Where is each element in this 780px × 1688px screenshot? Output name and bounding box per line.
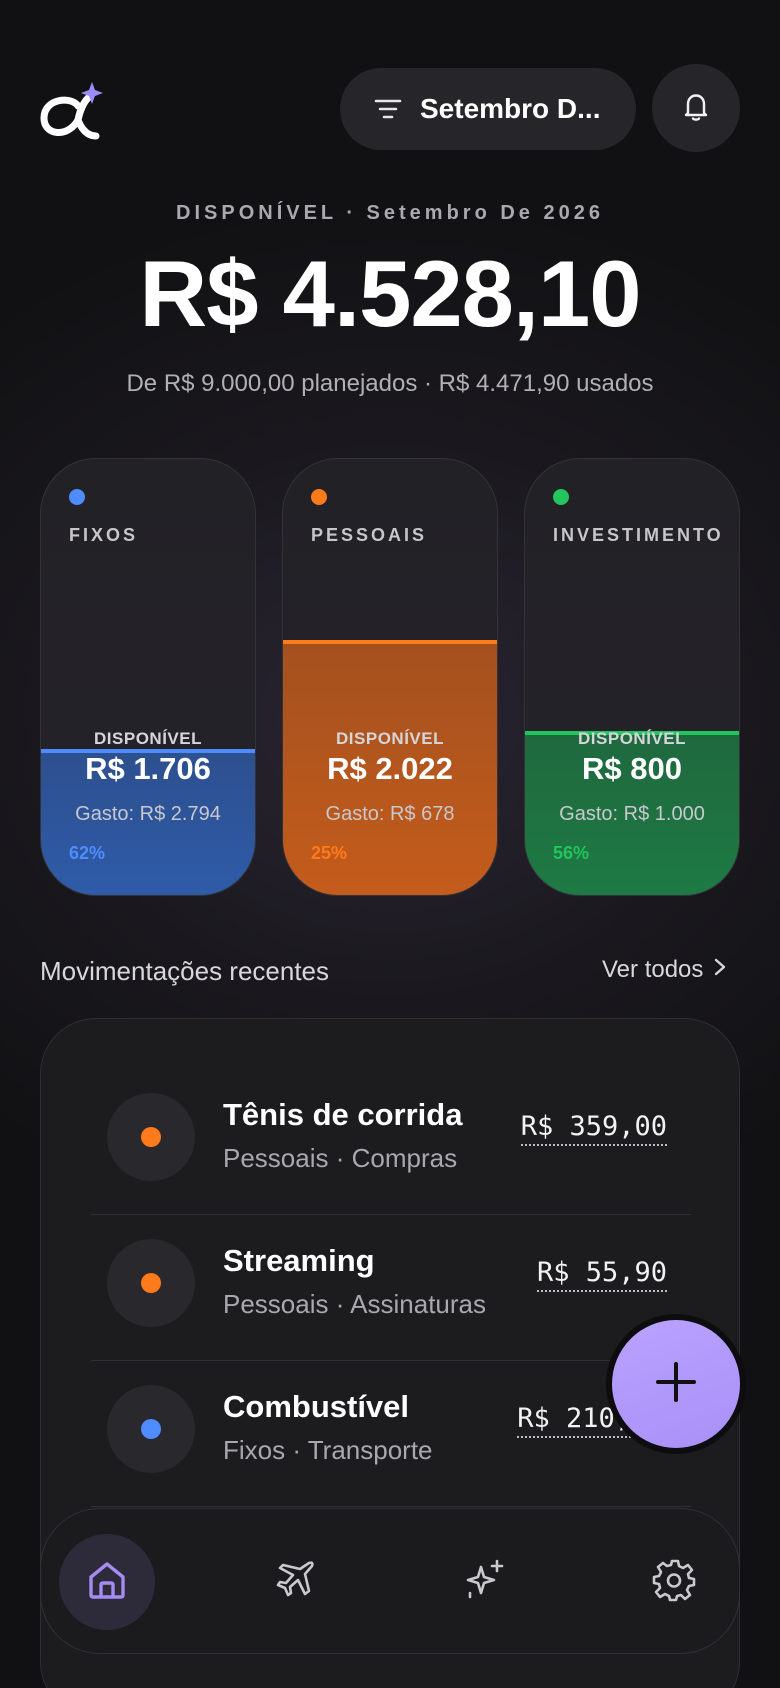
home-icon — [84, 1557, 130, 1608]
transaction-row[interactable]: Combustível Fixos · Transporte R$ 210, — [91, 1361, 691, 1507]
gear-icon — [652, 1557, 698, 1608]
row-divider — [91, 1506, 691, 1507]
category-avatar — [107, 1093, 195, 1181]
category-dot — [69, 489, 85, 505]
category-dot — [311, 489, 327, 505]
available-value: R$ 1.706 — [85, 751, 211, 786]
spent-value: Gasto: R$ 2.794 — [75, 803, 221, 825]
nav-insights[interactable] — [437, 1534, 533, 1630]
budget-card-pessoais[interactable]: PESSOAIS DISPONÍVEL R$ 2.022 Gasto: R$ 6… — [282, 458, 498, 896]
transaction-meta: Pessoais · Compras — [223, 1143, 458, 1173]
transaction-amount: R$ 55,90 — [536, 1257, 667, 1292]
add-transaction-button-face — [612, 1320, 740, 1448]
nav-settings[interactable] — [627, 1534, 723, 1630]
category-avatar — [107, 1239, 195, 1327]
see-all-link[interactable]: Ver todos — [602, 956, 727, 984]
recent-transactions-title: Movimentações recentes — [40, 956, 330, 986]
transaction-row[interactable]: Tênis de corrida Pessoais · Compras R$ 3… — [91, 1069, 691, 1215]
period-filter-label: Setembro D... — [420, 93, 601, 124]
bottom-navigation — [40, 1508, 740, 1654]
percent-value: 62% — [69, 843, 106, 863]
budget-fill-line — [283, 640, 497, 644]
available-label: DISPONÍVEL — [578, 729, 686, 748]
planned-used-summary: De R$ 9.000,00 planejados · R$ 4.471,90 … — [126, 370, 654, 397]
category-dot — [141, 1419, 161, 1439]
see-all-label: Ver todos — [602, 956, 704, 983]
transaction-title: Streaming — [223, 1243, 375, 1278]
available-amount: R$ 4.528,10 — [139, 241, 641, 346]
available-value: R$ 2.022 — [327, 751, 453, 786]
sparkles-icon — [462, 1557, 508, 1608]
add-transaction-button[interactable] — [606, 1314, 746, 1454]
budget-name: PESSOAIS — [311, 525, 428, 545]
transaction-meta: Pessoais · Assinaturas — [223, 1289, 487, 1319]
budget-card-investimento[interactable]: INVESTIMENTO DISPONÍVEL R$ 800 Gasto: R$… — [524, 458, 740, 896]
budget-card-fixos[interactable]: FIXOS DISPONÍVEL R$ 1.706 Gasto: R$ 2.79… — [40, 458, 256, 896]
category-avatar — [107, 1385, 195, 1473]
filter-icon — [374, 95, 402, 123]
spent-value: Gasto: R$ 1.000 — [559, 803, 705, 825]
nav-home[interactable] — [59, 1534, 155, 1630]
spent-value: Gasto: R$ 678 — [325, 803, 455, 825]
available-label: DISPONÍVEL — [336, 729, 444, 748]
transaction-row[interactable]: Streaming Pessoais · Assinaturas R$ 55,9… — [91, 1215, 691, 1361]
bell-icon — [679, 89, 713, 128]
period-filter-button[interactable]: Setembro D... — [340, 68, 636, 150]
plus-icon — [654, 1360, 698, 1409]
category-dot — [553, 489, 569, 505]
available-caption: DISPONÍVEL · Setembro De 2026 — [176, 202, 604, 224]
percent-value: 56% — [553, 843, 590, 863]
app-logo — [40, 80, 104, 140]
transaction-title: Tênis de corrida — [223, 1097, 463, 1132]
budget-name: FIXOS — [69, 525, 139, 545]
available-value: R$ 800 — [582, 751, 682, 786]
budget-cards: FIXOS DISPONÍVEL R$ 1.706 Gasto: R$ 2.79… — [40, 458, 740, 898]
transaction-title: Combustível — [223, 1389, 410, 1424]
airplane-icon — [272, 1557, 318, 1608]
budget-name: INVESTIMENTO — [553, 525, 724, 545]
percent-value: 25% — [311, 843, 348, 863]
transaction-meta: Fixos · Transporte — [223, 1435, 433, 1465]
nav-travel[interactable] — [247, 1534, 343, 1630]
notifications-button[interactable] — [652, 64, 740, 152]
transaction-amount: R$ 359,00 — [520, 1111, 667, 1146]
available-label: DISPONÍVEL — [94, 729, 202, 748]
chevron-right-icon — [713, 956, 727, 984]
category-dot — [141, 1127, 161, 1147]
category-dot — [141, 1273, 161, 1293]
